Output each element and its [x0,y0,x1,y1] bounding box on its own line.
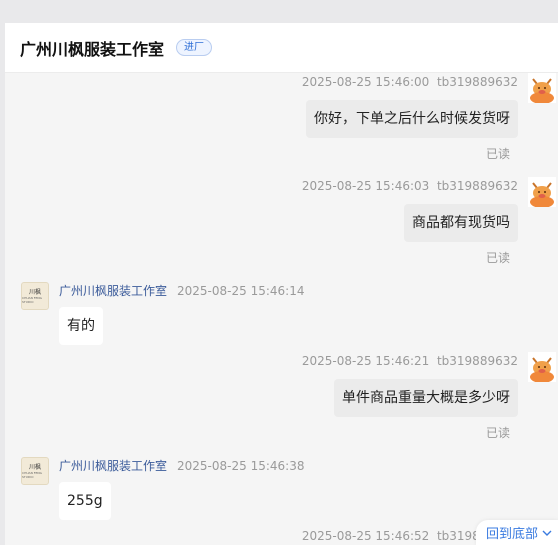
message-sender[interactable]: 广州川枫服装工作室 [59,459,167,473]
read-status: 已读 [485,426,510,440]
message-time: 2025-08-25 15:46:21 [301,354,430,368]
shop-logo-text: 川枫 [28,463,41,471]
message-sender: tb319889632 [436,354,518,368]
message-time: 2025-08-25 15:46:38 [177,459,305,473]
message-bubble[interactable]: 有的 [59,307,103,345]
message-meta: 2025-08-25 15:46:21 tb319889632 [302,354,518,368]
chevron-down-icon [542,530,552,536]
user-avatar-icon[interactable] [528,73,556,104]
message-sender[interactable]: 广州川枫服装工作室 [59,284,167,298]
chat-panel: 广州川枫服装工作室 进厂 2025-08-25 15:46:00 tb31988… [5,23,558,545]
shop-logo-subtext: CHUAN FENG STUDIO [22,295,42,304]
message-time: 2025-08-25 15:46:00 [301,75,430,89]
message-sender: tb319889632 [436,75,518,89]
message-meta: 2025-08-25 15:46:03 tb319889632 [302,179,518,193]
message-bubble[interactable]: 单件商品重量大概是多少呀 [334,379,518,417]
message-bubble[interactable]: 商品都有现货吗 [404,204,518,242]
message-bubble[interactable]: 你好，下单之后什么时候发货呀 [306,100,518,138]
message-sender: tb319889632 [436,179,518,193]
message-bubble[interactable]: 255g [59,482,111,520]
message-meta: 2025-08-25 15:46:00 tb319889632 [302,75,518,89]
user-avatar-icon[interactable] [528,352,556,383]
message-time: 2025-08-25 15:46:14 [177,284,305,298]
message-meta: 广州川枫服装工作室 2025-08-25 15:46:14 [59,282,304,299]
shop-logo-subtext: CHUAN FENG STUDIO [22,470,42,479]
message-meta: 广州川枫服装工作室 2025-08-25 15:46:38 [59,457,304,474]
message-time: 2025-08-25 15:46:03 [301,179,430,193]
read-status: 已读 [485,251,510,265]
shop-logo-text: 川枫 [28,288,41,296]
back-to-bottom-button[interactable]: 回到底部 [475,520,558,545]
message-time: 2025-08-25 15:46:52 [301,529,430,543]
shop-avatar[interactable]: 川枫 CHUAN FENG STUDIO [21,457,49,485]
shop-title[interactable]: 广州川枫服装工作室 [20,36,164,60]
shop-badge: 进厂 [176,39,213,56]
shop-avatar[interactable]: 川枫 CHUAN FENG STUDIO [21,282,49,310]
user-avatar-icon[interactable] [528,177,556,208]
read-status: 已读 [485,147,510,161]
back-to-bottom-label: 回到底部 [485,527,538,542]
chat-header: 广州川枫服装工作室 进厂 [5,23,558,73]
